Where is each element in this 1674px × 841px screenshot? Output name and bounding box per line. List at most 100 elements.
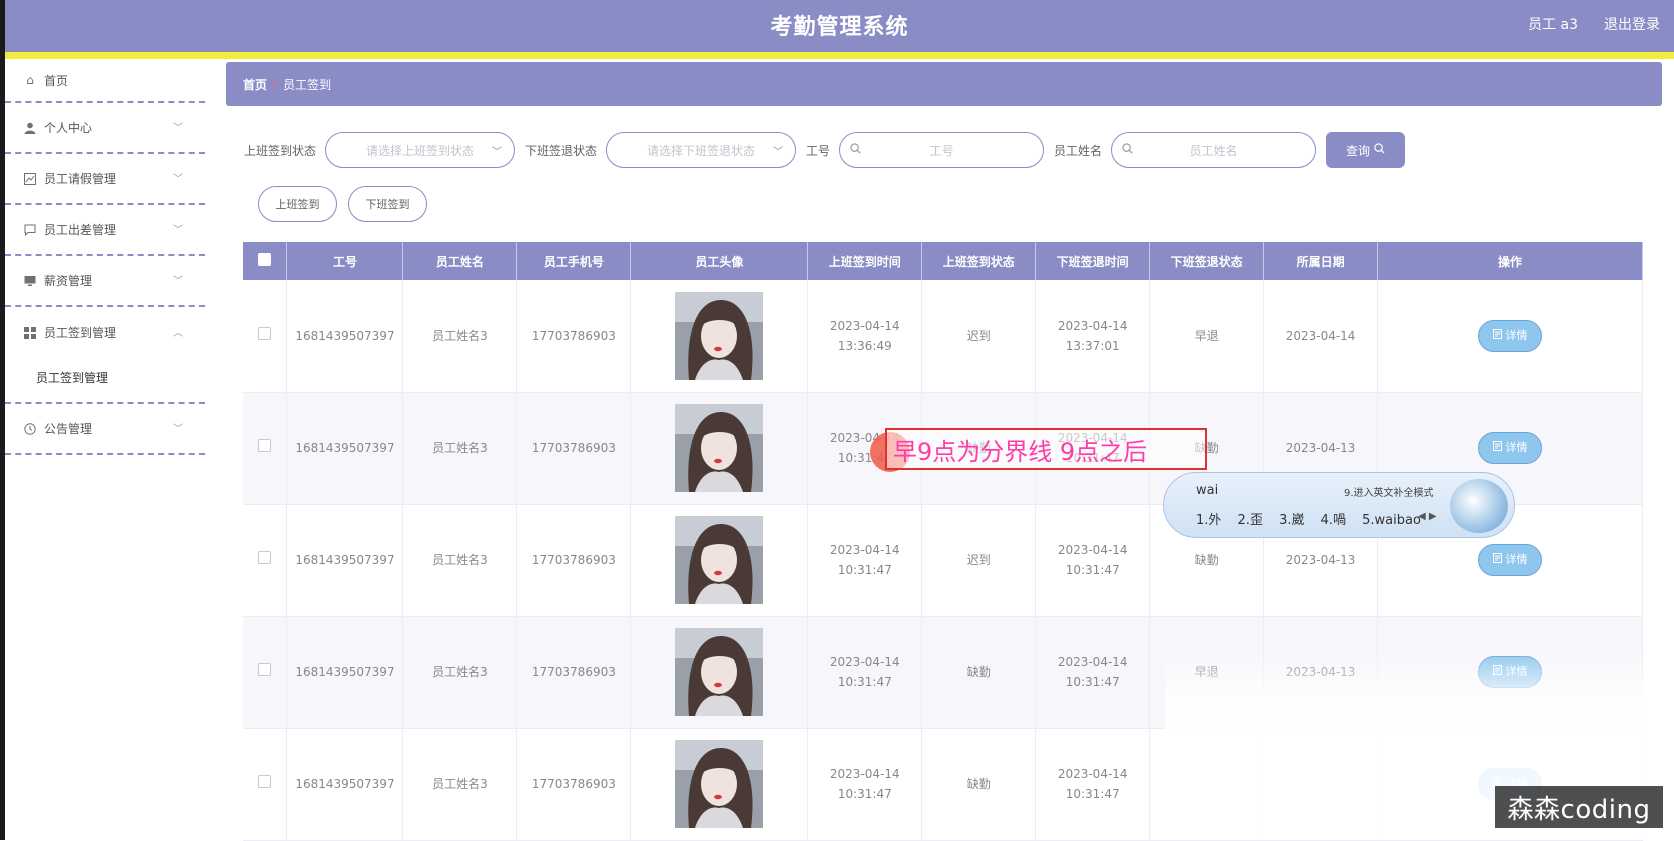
sidebar-item-business-trip[interactable]: 员工出差管理 ﹀: [5, 205, 205, 256]
column-header: 上班签到时间: [807, 242, 923, 280]
column-header: 所属日期: [1263, 242, 1379, 280]
avatar: [675, 516, 764, 604]
logout-link[interactable]: 退出登录: [1604, 14, 1660, 34]
ime-candidates[interactable]: 1.外 2.歪 3.崴 4.喎 5.waibao: [1196, 509, 1421, 528]
chevron-down-icon: ﹀: [492, 146, 503, 158]
avatar: [675, 404, 764, 492]
clock-icon: [23, 422, 37, 436]
sidebar-item-label: 员工请假管理: [44, 172, 117, 186]
detail-button[interactable]: 详情: [1478, 432, 1543, 464]
cell-checkin-status: 缺勤: [921, 616, 1037, 729]
row-select-cell: [243, 504, 288, 617]
employee-name-input[interactable]: 员工姓名: [1111, 132, 1317, 168]
breadcrumb-current: 员工签到: [283, 77, 332, 92]
column-header: 员工手机号: [516, 242, 632, 280]
cell-checkout-time: 2023-04-14 10:31:47: [1035, 504, 1151, 617]
sidebar-item-personal-center[interactable]: 个人中心 ﹀: [5, 103, 205, 154]
row-checkbox[interactable]: [258, 663, 272, 676]
chart-icon: [23, 172, 37, 186]
app-title: 考勤管理系统: [770, 15, 909, 40]
cell-avatar: [630, 616, 809, 729]
cell-employee-id: 1681439507397: [286, 504, 404, 617]
search-filters: 上班签到状态 请选择上班签到状态 ﹀ 下班签退状态 请选择下班签退状态 ﹀ 工号…: [244, 132, 1406, 168]
chevron-down-icon: ﹀: [173, 173, 183, 185]
sidebar-subitem-checkin-management[interactable]: 员工签到管理: [5, 358, 205, 396]
detail-button-label: 详情: [1505, 328, 1528, 342]
ime-page-arrows-icon[interactable]: ◀ ▶: [1418, 511, 1437, 522]
column-header: 下班签退状态: [1149, 242, 1265, 280]
query-button-label: 查询: [1346, 143, 1371, 158]
checkout-status-label: 下班签退状态: [525, 143, 598, 158]
cell-employee-id: 1681439507397: [286, 616, 404, 729]
current-user: 员工 a3: [1528, 17, 1578, 33]
select-all-checkbox[interactable]: [258, 253, 272, 266]
row-select-cell: [243, 728, 288, 841]
document-icon: [1492, 326, 1502, 346]
cell-employee-phone: 17703786903: [516, 392, 632, 505]
sidebar-item-salary[interactable]: 薪资管理 ﹀: [5, 256, 205, 307]
sidebar-item-label: 员工签到管理: [44, 326, 117, 340]
sidebar-item-label: 薪资管理: [44, 274, 93, 288]
cell-avatar: [630, 280, 809, 393]
checkin-button[interactable]: 上班签到: [258, 186, 337, 222]
cell-checkin-status: 缺勤: [921, 728, 1037, 841]
employee-id-input[interactable]: 工号: [839, 132, 1045, 168]
cell-checkin-status: 迟到: [921, 280, 1037, 393]
sidebar-submenu: 员工签到管理: [5, 358, 205, 404]
breadcrumb-home[interactable]: 首页: [243, 76, 267, 93]
ime-logo-icon: [1450, 479, 1508, 533]
row-select-cell: [243, 280, 288, 393]
table-header-row: 工号 员工姓名 员工手机号 员工头像 上班签到时间 上班签到状态 下班签退时间 …: [243, 242, 1643, 280]
sidebar-item-home[interactable]: ⌂ 首页: [5, 59, 205, 103]
annotation-box: 早9点为分界线 9点之后: [885, 428, 1207, 470]
row-checkbox[interactable]: [258, 439, 272, 452]
row-select-cell: [243, 616, 288, 729]
select-all-header[interactable]: [243, 242, 288, 280]
table-row: 1681439507397 员工姓名3 17703786903 2023-04-14 …: [243, 280, 1643, 393]
row-checkbox[interactable]: [258, 551, 272, 564]
checkin-status-select[interactable]: 请选择上班签到状态 ﹀: [325, 132, 516, 168]
checkin-status-label: 上班签到状态: [244, 143, 317, 158]
sidebar-item-leave[interactable]: 员工请假管理 ﹀: [5, 154, 205, 205]
sidebar-item-label: 员工出差管理: [44, 223, 117, 237]
row-checkbox[interactable]: [258, 775, 272, 788]
detail-button-label: 详情: [1505, 553, 1528, 566]
breadcrumb-separator: /: [273, 77, 278, 91]
row-checkbox[interactable]: [258, 326, 272, 340]
detail-button-label: 详情: [1505, 441, 1528, 454]
user-icon: [23, 121, 37, 135]
detail-button[interactable]: 详情: [1478, 319, 1543, 352]
column-header: 上班签到状态: [921, 242, 1037, 280]
detail-button[interactable]: 详情: [1478, 544, 1543, 576]
cell-checkout-time: 2023-04-14 10:31:47: [1035, 616, 1151, 729]
checkout-button[interactable]: 下班签到: [348, 186, 427, 222]
cell-employee-id: 1681439507397: [286, 728, 404, 841]
cell-date: 2023-04-14: [1263, 280, 1379, 393]
avatar: [675, 291, 764, 380]
sidebar: ⌂ 首页 个人中心 ﹀ 员工请假管理 ﹀ 员工出差管理 ﹀ 薪资管理 ﹀ 员工签…: [5, 59, 205, 840]
action-buttons: 上班签到 下班签到: [258, 186, 438, 222]
ime-hint: 9.进入英文补全模式: [1344, 488, 1434, 499]
ime-typed-text: wai: [1196, 483, 1219, 498]
checkout-status-placeholder: 请选择下班签退状态: [647, 143, 756, 158]
cell-actions: 详情: [1377, 280, 1643, 393]
avatar: [675, 740, 764, 828]
cell-checkin-time: 2023-04-14 10:31:47: [807, 504, 923, 617]
row-select-cell: [243, 392, 288, 505]
sidebar-item-announcements[interactable]: 公告管理 ﹀: [5, 404, 205, 455]
sidebar-item-label: 个人中心: [44, 121, 93, 135]
query-button[interactable]: 查询: [1326, 132, 1406, 168]
chat-icon: [23, 223, 37, 237]
checkout-status-select[interactable]: 请选择下班签退状态 ﹀: [606, 132, 797, 168]
search-icon: [1374, 143, 1385, 157]
employee-name-label: 员工姓名: [1054, 143, 1103, 158]
chevron-down-icon: ﹀: [173, 275, 183, 287]
cell-employee-phone: 17703786903: [516, 616, 632, 729]
cell-employee-phone: 17703786903: [516, 504, 632, 617]
employee-id-label: 工号: [806, 143, 831, 158]
chevron-down-icon: ﹀: [773, 146, 784, 158]
column-header: 操作: [1377, 242, 1643, 280]
column-header: 员工头像: [630, 242, 809, 280]
watermark: 森森coding: [1495, 786, 1663, 828]
sidebar-item-checkin[interactable]: 员工签到管理 ︿: [5, 307, 205, 358]
